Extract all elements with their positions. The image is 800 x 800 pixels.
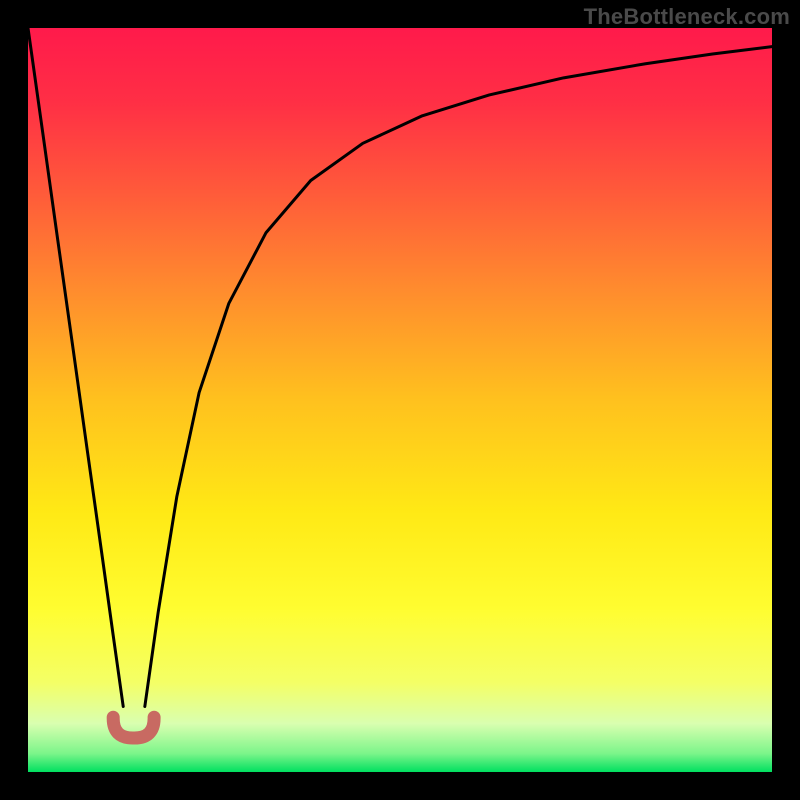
plot-area	[28, 28, 772, 772]
gradient-background	[28, 28, 772, 772]
chart-frame: TheBottleneck.com	[0, 0, 800, 800]
plot-svg	[28, 28, 772, 772]
watermark-text: TheBottleneck.com	[584, 4, 790, 30]
